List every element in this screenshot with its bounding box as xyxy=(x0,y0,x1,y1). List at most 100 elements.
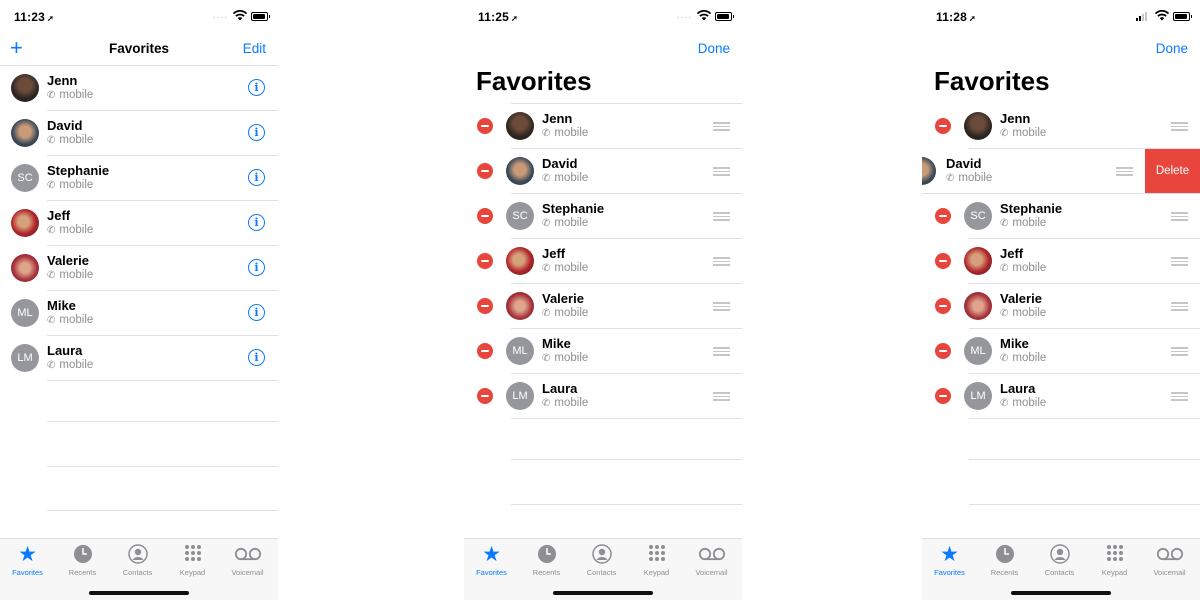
contact-label: ✆ mobile xyxy=(542,307,589,319)
avatar xyxy=(964,112,992,140)
reorder-handle-icon[interactable] xyxy=(1171,392,1188,401)
page-title: Favorites xyxy=(934,66,1050,96)
avatar xyxy=(11,74,39,102)
reorder-handle-icon[interactable] xyxy=(1171,302,1188,311)
list-item[interactable]: Jeff ✆ mobile i xyxy=(0,201,278,246)
contact-name: Laura xyxy=(542,381,578,396)
avatar: ML xyxy=(964,337,992,365)
contact-name: Jeff xyxy=(542,246,566,261)
edit-button[interactable]: Edit xyxy=(243,41,266,56)
reorder-handle-icon[interactable] xyxy=(713,257,730,266)
reorder-handle-icon[interactable] xyxy=(713,167,730,176)
delete-toggle-button[interactable] xyxy=(935,343,951,359)
list-item[interactable]: LM Laura ✆ mobile i xyxy=(0,336,278,381)
phone-screen-favorites: 11:23 ➚ .... + Favorites Edit Jenn ✆ mobil… xyxy=(0,0,278,600)
status-bar: 11:28 ➚ xyxy=(922,0,1200,34)
delete-toggle-button[interactable] xyxy=(935,298,951,314)
contact-name: Laura xyxy=(1000,381,1036,396)
reorder-handle-icon[interactable] xyxy=(1116,167,1133,176)
tab-keypad[interactable]: Keypad xyxy=(629,543,684,577)
tab-contacts[interactable]: Contacts xyxy=(574,543,629,577)
contact-label: ✆ mobile xyxy=(542,262,589,274)
delete-toggle-button[interactable] xyxy=(935,208,951,224)
contact-name: Jenn xyxy=(542,111,573,126)
reorder-handle-icon[interactable] xyxy=(1171,257,1188,266)
info-icon[interactable]: i xyxy=(248,214,265,231)
tab-favorites[interactable]: ★ Favorites xyxy=(464,543,519,578)
done-button[interactable]: Done xyxy=(698,41,730,56)
contact-name: Laura xyxy=(47,343,83,358)
list-item[interactable]: David ✆ mobile i xyxy=(0,111,278,156)
list-item: Valerie ✆ mobile xyxy=(464,284,742,329)
list-item[interactable]: SC Stephanie ✆ mobile i xyxy=(0,156,278,201)
info-icon[interactable]: i xyxy=(248,169,265,186)
tab-label: Recents xyxy=(532,568,561,577)
delete-toggle-button[interactable] xyxy=(477,343,493,359)
tab-favorites[interactable]: ★ Favorites xyxy=(922,543,977,578)
reorder-handle-icon[interactable] xyxy=(713,302,730,311)
phone-icon: ✆ xyxy=(47,225,56,236)
tab-recents[interactable]: Recents xyxy=(55,543,110,577)
info-icon[interactable]: i xyxy=(248,349,265,366)
info-icon[interactable]: i xyxy=(248,79,265,96)
avatar: ML xyxy=(11,299,39,327)
keypad-icon xyxy=(165,543,220,565)
tab-label: Favorites xyxy=(476,568,507,577)
delete-toggle-button[interactable] xyxy=(477,118,493,134)
divider xyxy=(511,459,742,460)
status-time: 11:28 ➚ xyxy=(936,10,976,24)
tab-voicemail[interactable]: Voicemail xyxy=(684,543,739,577)
tab-contacts[interactable]: Contacts xyxy=(1032,543,1087,577)
delete-toggle-button[interactable] xyxy=(477,298,493,314)
phone-icon: ✆ xyxy=(1000,398,1009,409)
list-item[interactable]: Valerie ✆ mobile i xyxy=(0,246,278,291)
phone-icon: ✆ xyxy=(542,218,551,229)
tab-voicemail[interactable]: Voicemail xyxy=(1142,543,1197,577)
contact-label: ✆ mobile xyxy=(47,314,94,326)
tab-favorites[interactable]: ★ Favorites xyxy=(0,543,55,578)
reorder-handle-icon[interactable] xyxy=(713,347,730,356)
avatar: LM xyxy=(11,344,39,372)
info-icon[interactable]: i xyxy=(248,304,265,321)
delete-toggle-button[interactable] xyxy=(935,388,951,404)
tab-keypad[interactable]: Keypad xyxy=(165,543,220,577)
contact-label: ✆ mobile xyxy=(47,89,94,101)
tab-recents[interactable]: Recents xyxy=(519,543,574,577)
reorder-handle-icon[interactable] xyxy=(1171,122,1188,131)
done-button[interactable]: Done xyxy=(1156,41,1188,56)
reorder-handle-icon[interactable] xyxy=(1171,347,1188,356)
delete-toggle-button[interactable] xyxy=(935,118,951,134)
list-item: LM Laura ✆ mobile xyxy=(464,374,742,419)
divider xyxy=(47,510,278,511)
list-item: Jenn ✆ mobile xyxy=(922,104,1200,149)
list-item-swiped[interactable]: David ✆ mobile Delete xyxy=(922,149,1200,194)
tab-label: Voicemail xyxy=(1153,568,1186,577)
info-icon[interactable]: i xyxy=(248,259,265,276)
list-item: SC Stephanie ✆ mobile xyxy=(922,194,1200,239)
delete-toggle-button[interactable] xyxy=(477,208,493,224)
tab-voicemail[interactable]: Voicemail xyxy=(220,543,275,577)
delete-toggle-button[interactable] xyxy=(935,253,951,269)
contact-name: Stephanie xyxy=(542,201,605,216)
list-item[interactable]: ML Mike ✆ mobile i xyxy=(0,291,278,336)
delete-toggle-button[interactable] xyxy=(477,388,493,404)
status-bar: 11:23 ➚ .... xyxy=(0,0,278,34)
reorder-handle-icon[interactable] xyxy=(713,392,730,401)
contact-label: ✆ mobile xyxy=(1000,127,1047,139)
reorder-handle-icon[interactable] xyxy=(713,122,730,131)
delete-button[interactable]: Delete xyxy=(1145,149,1200,194)
phone-screen-edit-mode: 11:25 ➚ .... Done Favorites Jenn ✆ mobile … xyxy=(464,0,742,600)
phone-screen-delete-reveal: 11:28 ➚ Done Favorites Jenn ✆ mobile David… xyxy=(922,0,1200,600)
delete-toggle-button[interactable] xyxy=(477,163,493,179)
reorder-handle-icon[interactable] xyxy=(1171,212,1188,221)
avatar: SC xyxy=(964,202,992,230)
tab-recents[interactable]: Recents xyxy=(977,543,1032,577)
info-icon[interactable]: i xyxy=(248,124,265,141)
reorder-handle-icon[interactable] xyxy=(713,212,730,221)
tab-keypad[interactable]: Keypad xyxy=(1087,543,1142,577)
page-title: Favorites xyxy=(108,41,170,56)
tab-contacts[interactable]: Contacts xyxy=(110,543,165,577)
delete-toggle-button[interactable] xyxy=(477,253,493,269)
list-item[interactable]: Jenn ✆ mobile i xyxy=(0,66,278,111)
avatar: LM xyxy=(506,382,534,410)
